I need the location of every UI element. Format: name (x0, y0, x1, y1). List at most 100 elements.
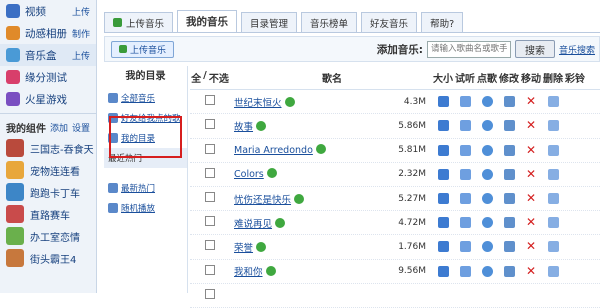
sidebar-app-item[interactable]: 缘分测试 (0, 66, 96, 88)
edit-icon[interactable] (481, 217, 493, 229)
sidebar-app-item[interactable]: 火星游戏 (0, 88, 96, 110)
ringtone-icon[interactable] (547, 241, 559, 253)
edit-icon[interactable] (481, 120, 493, 132)
order-song-icon[interactable] (459, 144, 471, 156)
tab-4[interactable]: 好友音乐 (361, 12, 418, 32)
order-song-icon[interactable] (459, 241, 471, 253)
order-song-icon[interactable] (459, 168, 471, 180)
edit-icon[interactable] (481, 265, 493, 277)
row-checkbox[interactable] (205, 192, 215, 203)
ringtone-icon[interactable] (547, 96, 559, 108)
move-icon[interactable] (503, 217, 515, 229)
song-name-link[interactable]: 难说再见 (234, 219, 272, 230)
directory-item[interactable]: 最新热门 (104, 178, 187, 198)
row-checkbox[interactable] (205, 95, 215, 106)
ringtone-icon[interactable] (547, 193, 559, 205)
sidebar-app-item[interactable]: 音乐盒 上传 (0, 44, 96, 66)
row-checkbox[interactable] (205, 216, 215, 227)
listen-icon[interactable] (437, 193, 449, 205)
delete-icon[interactable]: ✕ (526, 192, 537, 204)
edit-icon[interactable] (481, 144, 493, 156)
order-song-icon[interactable] (459, 265, 471, 277)
music-search-link[interactable]: 音乐搜索 (559, 43, 595, 56)
listen-icon[interactable] (437, 241, 449, 253)
component-item[interactable]: 宠物连连看 (0, 159, 96, 181)
move-icon[interactable] (503, 265, 515, 277)
edit-icon[interactable] (481, 96, 493, 108)
row-checkbox[interactable] (205, 264, 215, 275)
ringtone-icon[interactable] (547, 217, 559, 229)
tab-0[interactable]: 上传音乐 (104, 12, 174, 32)
song-name-link[interactable]: 荣誉 (234, 243, 253, 254)
row-checkbox[interactable] (205, 240, 215, 251)
move-icon[interactable] (503, 120, 515, 132)
app-action-link[interactable]: 上传 (72, 5, 90, 18)
delete-icon[interactable]: ✕ (526, 119, 537, 131)
delete-icon[interactable]: ✕ (526, 168, 537, 180)
song-name-link[interactable]: 忧伤还是快乐 (234, 195, 291, 206)
listen-icon[interactable] (437, 96, 449, 108)
delete-icon[interactable]: ✕ (526, 216, 537, 228)
delete-icon[interactable]: ✕ (526, 144, 537, 156)
edit-icon[interactable] (481, 168, 493, 180)
order-song-icon[interactable] (459, 193, 471, 205)
component-item[interactable]: 跑跑卡丁车 (0, 181, 96, 203)
move-icon[interactable] (503, 144, 515, 156)
order-song-icon[interactable] (459, 120, 471, 132)
tab-1[interactable]: 我的音乐 (177, 10, 238, 32)
song-name-link[interactable]: Maria Arredondo (234, 145, 313, 156)
row-checkbox[interactable] (205, 167, 215, 178)
delete-icon[interactable]: ✕ (526, 265, 537, 277)
sidebar-app-item[interactable]: 动感相册 制作 (0, 22, 96, 44)
upload-music-button[interactable]: 上传音乐 (111, 40, 175, 58)
row-checkbox[interactable] (205, 119, 215, 130)
search-input[interactable] (426, 40, 511, 58)
song-size: 1.76M (398, 241, 426, 252)
ringtone-icon[interactable] (547, 168, 559, 180)
song-name-link[interactable]: 我和你 (234, 267, 263, 278)
move-icon[interactable] (503, 96, 515, 108)
move-icon[interactable] (503, 241, 515, 253)
select-all-link[interactable]: 全 (191, 70, 201, 85)
app-action-link[interactable]: 制作 (72, 27, 90, 40)
order-song-icon[interactable] (459, 217, 471, 229)
edit-icon[interactable] (481, 241, 493, 253)
select-none-link[interactable]: 不选 (209, 70, 229, 85)
move-icon[interactable] (503, 193, 515, 205)
edit-icon[interactable] (481, 193, 493, 205)
listen-icon[interactable] (437, 168, 449, 180)
component-item[interactable]: 三国志-吞食天 (0, 137, 96, 159)
component-item[interactable]: 办工室恋情 (0, 225, 96, 247)
directory-item[interactable]: 随机播放 (104, 198, 187, 218)
tab-5[interactable]: 帮助? (421, 12, 464, 32)
listen-icon[interactable] (437, 144, 449, 156)
tab-3[interactable]: 音乐榜单 (301, 12, 358, 32)
song-name-link[interactable]: 故事 (234, 122, 253, 133)
delete-icon[interactable]: ✕ (526, 95, 537, 107)
directory-item[interactable]: 全部音乐 (104, 88, 187, 108)
row-checkbox[interactable] (205, 143, 215, 154)
listen-icon[interactable] (437, 217, 449, 229)
ringtone-icon[interactable] (547, 120, 559, 132)
listen-icon[interactable] (437, 265, 449, 277)
component-item[interactable]: 直路赛车 (0, 203, 96, 225)
component-item[interactable]: 街头霸王4 (0, 247, 96, 269)
component-icon (6, 227, 24, 245)
component-settings-link[interactable]: 设置 (72, 121, 90, 134)
ringtone-icon[interactable] (547, 144, 559, 156)
sidebar-app-item[interactable]: 视频 上传 (0, 0, 96, 22)
song-size: 5.86M (398, 120, 426, 131)
listen-icon[interactable] (437, 120, 449, 132)
delete-icon[interactable]: ✕ (526, 240, 537, 252)
add-component-link[interactable]: 添加 (50, 121, 68, 134)
tab-2[interactable]: 目录管理 (241, 12, 298, 32)
app-action-link[interactable]: 上传 (72, 49, 90, 62)
song-name-link[interactable]: Colors (234, 169, 264, 180)
action-cell (498, 265, 520, 277)
row-checkbox[interactable] (205, 288, 215, 299)
ringtone-icon[interactable] (547, 265, 559, 277)
song-name-link[interactable]: 世纪末恒火 (234, 98, 282, 109)
move-icon[interactable] (503, 168, 515, 180)
search-button[interactable]: 搜索 (514, 40, 555, 58)
order-song-icon[interactable] (459, 96, 471, 108)
